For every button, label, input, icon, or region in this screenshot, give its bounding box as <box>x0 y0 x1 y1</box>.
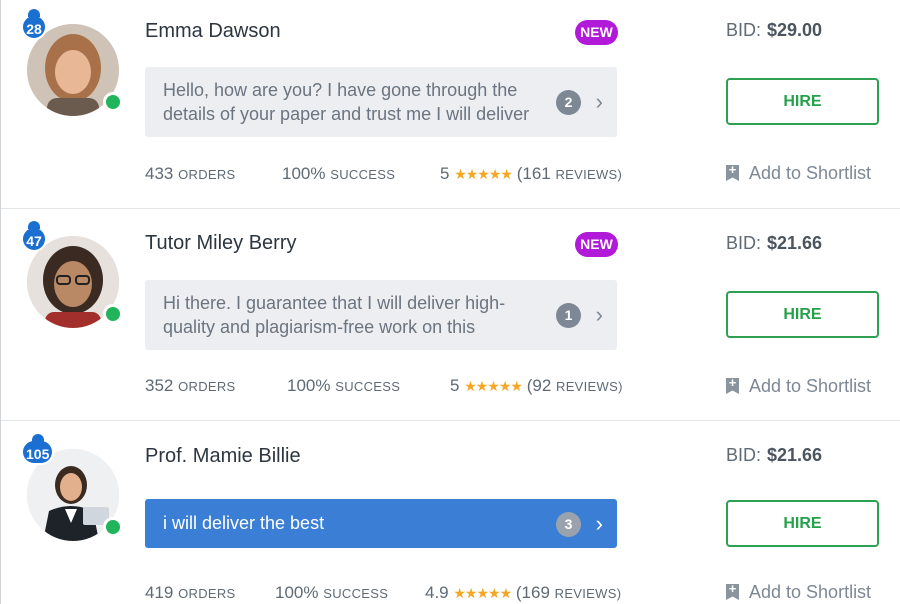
success-rate: 100% <box>275 583 319 602</box>
orders-label: ORDERS <box>178 167 236 182</box>
level-badge: 105 <box>21 434 55 465</box>
chevron-right-icon: › <box>595 302 603 327</box>
reviews-count: (92 <box>526 376 552 395</box>
orders-stat: 433 ORDERS <box>145 164 236 184</box>
orders-count: 419 <box>145 583 174 602</box>
message-preview[interactable]: Hi there. I guarantee that I will delive… <box>145 280 617 350</box>
message-text: Hi there. I guarantee that I will delive… <box>163 293 506 337</box>
bid-label: BID: <box>726 233 762 253</box>
success-stat: 100% SUCCESS <box>282 164 395 184</box>
star-rating-icon: ★★★★★ <box>453 585 512 601</box>
left-border <box>0 0 1 604</box>
orders-count: 433 <box>145 164 174 183</box>
orders-label: ORDERS <box>178 586 236 601</box>
rating-stat[interactable]: 5 ★★★★★ (161 REVIEWS) <box>440 164 622 184</box>
hire-button[interactable]: HIRE <box>726 78 879 125</box>
bookmark-add-icon <box>726 584 739 600</box>
new-badge: NEW <box>575 20 618 45</box>
success-label: SUCCESS <box>335 379 401 394</box>
bid-value: $29.00 <box>767 20 823 40</box>
bid-value: $21.66 <box>767 445 823 465</box>
shortlist-label: Add to Shortlist <box>749 376 872 396</box>
orders-label: ORDERS <box>178 379 236 394</box>
add-to-shortlist-link[interactable]: Add to Shortlist <box>726 163 871 184</box>
row-divider <box>1 420 900 421</box>
freelancer-name[interactable]: Tutor Miley Berry <box>145 232 297 255</box>
reviews-label: REVIEWS) <box>554 586 622 601</box>
success-stat: 100% SUCCESS <box>287 376 400 396</box>
shortlist-label: Add to Shortlist <box>749 163 872 183</box>
bid-amount: BID: $21.66 <box>726 445 822 466</box>
orders-count: 352 <box>145 376 174 395</box>
bid-label: BID: <box>726 445 762 465</box>
rating-stat[interactable]: 4.9 ★★★★★ (169 REVIEWS) <box>425 583 621 603</box>
new-badge: NEW <box>575 232 618 257</box>
hire-button[interactable]: HIRE <box>726 500 879 547</box>
freelancer-name[interactable]: Emma Dawson <box>145 20 281 43</box>
message-preview[interactable]: i will deliver the best 3 › <box>145 499 617 548</box>
bookmark-add-icon <box>726 165 739 181</box>
freelancer-name[interactable]: Prof. Mamie Billie <box>145 445 301 468</box>
message-count-badge: 1 <box>556 303 581 328</box>
success-stat: 100% SUCCESS <box>275 583 388 603</box>
rating-value: 5 <box>440 164 450 183</box>
message-count-badge: 3 <box>556 511 581 537</box>
success-label: SUCCESS <box>330 167 396 182</box>
reviews-label: REVIEWS) <box>556 379 623 394</box>
rating-value: 4.9 <box>425 583 449 602</box>
online-status-dot <box>103 517 123 537</box>
add-to-shortlist-link[interactable]: Add to Shortlist <box>726 376 871 397</box>
level-badge: 28 <box>21 9 47 40</box>
success-rate: 100% <box>282 164 326 183</box>
rating-value: 5 <box>450 376 460 395</box>
level-badge: 47 <box>21 221 47 252</box>
success-label: SUCCESS <box>323 586 389 601</box>
add-to-shortlist-link[interactable]: Add to Shortlist <box>726 582 871 603</box>
message-text: i will deliver the best <box>163 513 325 533</box>
bookmark-add-icon <box>726 378 739 394</box>
reviews-count: (169 <box>515 583 550 602</box>
bid-value: $21.66 <box>767 233 823 253</box>
star-rating-icon: ★★★★★ <box>454 166 513 182</box>
chevron-right-icon: › <box>595 510 603 536</box>
bid-amount: BID: $21.66 <box>726 233 822 254</box>
online-status-dot <box>103 92 123 112</box>
chevron-right-icon: › <box>595 89 603 114</box>
message-text: Hello, how are you? I have gone through … <box>163 80 530 124</box>
shortlist-label: Add to Shortlist <box>749 582 872 602</box>
reviews-count: (161 <box>516 164 551 183</box>
bid-amount: BID: $29.00 <box>726 20 822 41</box>
avatar[interactable]: 28 <box>21 9 123 116</box>
success-rate: 100% <box>287 376 331 395</box>
orders-stat: 352 ORDERS <box>145 376 236 396</box>
avatar[interactable]: 47 <box>21 221 123 328</box>
orders-stat: 419 ORDERS <box>145 583 236 603</box>
message-preview[interactable]: Hello, how are you? I have gone through … <box>145 67 617 137</box>
avatar[interactable]: 105 <box>21 434 123 541</box>
online-status-dot <box>103 304 123 324</box>
rating-stat[interactable]: 5 ★★★★★ (92 REVIEWS) <box>450 376 623 396</box>
message-count-badge: 2 <box>556 90 581 115</box>
bid-label: BID: <box>726 20 762 40</box>
row-divider <box>1 208 900 209</box>
star-rating-icon: ★★★★★ <box>464 378 523 394</box>
hire-button[interactable]: HIRE <box>726 291 879 338</box>
reviews-label: REVIEWS) <box>555 167 623 182</box>
